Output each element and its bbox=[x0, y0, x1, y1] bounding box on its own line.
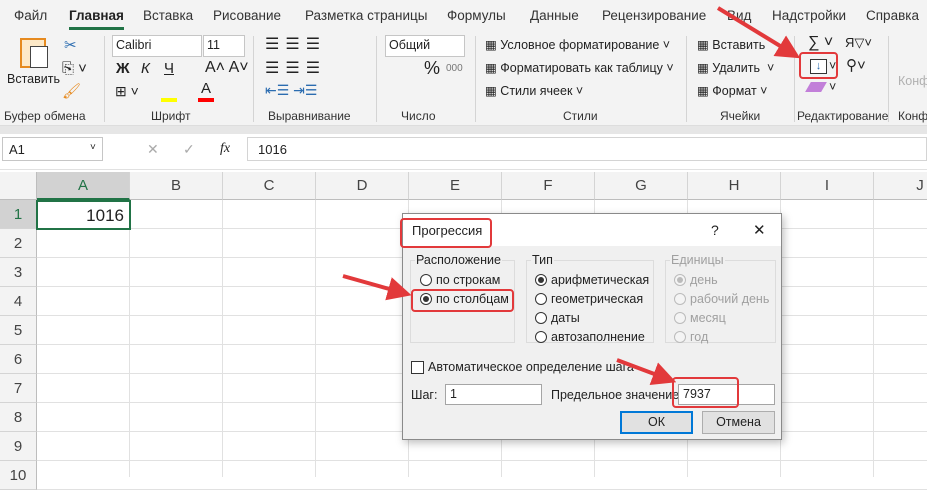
arrow-fill bbox=[716, 6, 801, 59]
annotation-arrows bbox=[342, 6, 801, 386]
arrow-limit bbox=[616, 358, 677, 386]
arrow-columns bbox=[342, 274, 412, 301]
